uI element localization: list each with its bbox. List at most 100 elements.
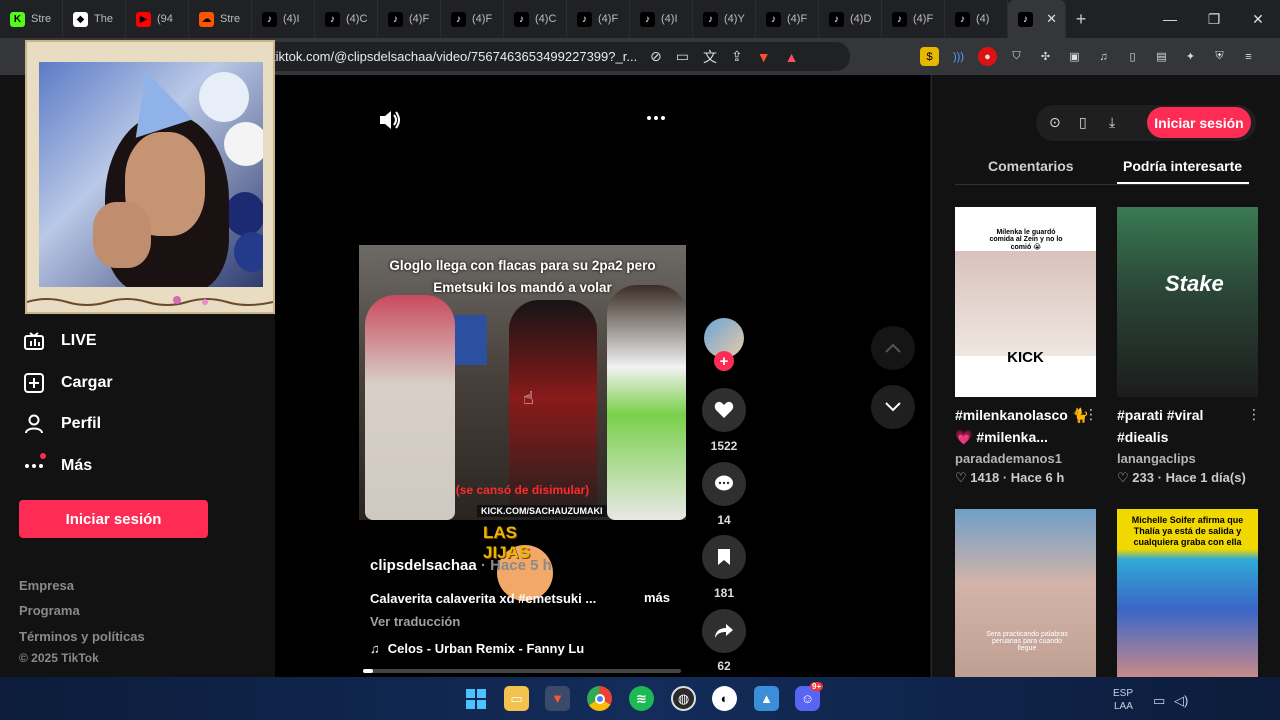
network-icon[interactable]: ▭ (1153, 693, 1165, 709)
suggested-title[interactable]: #parati #viral #diealis (1117, 404, 1257, 448)
cast-icon[interactable]: ▭ (676, 48, 689, 65)
browser-tab[interactable]: ♪ (4)F (756, 0, 819, 38)
follow-button[interactable]: + (714, 351, 734, 371)
tab-favicon-icon: ♪ (388, 11, 403, 27)
tab-suggestions[interactable]: Podría interesarte (1123, 158, 1242, 174)
browser-tab[interactable]: ▶ (94 (126, 0, 189, 38)
browser-tab[interactable]: ♪ (4)I (252, 0, 315, 38)
share-icon[interactable]: ⇪ (731, 48, 743, 65)
more-options-icon[interactable] (646, 108, 666, 134)
reader-icon[interactable]: ▣ (1065, 47, 1084, 66)
audio-icon[interactable]: ))) (949, 47, 968, 66)
suggested-user[interactable]: lanangaclips (1117, 451, 1196, 466)
login-button-top[interactable]: Iniciar sesión (1147, 107, 1251, 138)
compass-icon[interactable]: ⊙ (1049, 114, 1061, 131)
suggested-video-thumb[interactable]: Michelle Soifer afirma que Thalía ya est… (1117, 509, 1258, 677)
browser-tab[interactable]: ♪ (4)Y (693, 0, 756, 38)
footer-link-terms[interactable]: Términos y políticas (19, 629, 145, 644)
webcam-feed (39, 62, 263, 287)
video-feed: Gloglo llega con flacas para su 2pa2 per… (275, 75, 930, 677)
app-circle-icon[interactable]: ◐ (712, 686, 737, 711)
windows-start-icon[interactable] (463, 686, 488, 711)
expand-description-link[interactable]: más (644, 590, 670, 605)
nav-item-more[interactable]: Más (24, 453, 92, 476)
browser-tab[interactable]: ☁ Stre (189, 0, 252, 38)
obs-icon[interactable]: ◍ (671, 686, 696, 711)
footer-link-program[interactable]: Programa (19, 603, 80, 618)
suggested-title[interactable]: #milenkanolasco 🐈 💗 #milenka... (955, 404, 1095, 448)
tab-label: The (94, 13, 113, 25)
tab-comments[interactable]: Comentarios (988, 158, 1074, 174)
card-menu-icon[interactable]: ⋮ (1247, 406, 1261, 423)
nav-item-upload[interactable]: Cargar (24, 373, 113, 393)
tab-favicon-icon: ♪ (514, 11, 529, 27)
footer-link-company[interactable]: Empresa (19, 578, 74, 593)
mobile-icon[interactable]: ▯ (1079, 114, 1087, 131)
video-player[interactable]: Gloglo llega con flacas para su 2pa2 per… (359, 245, 686, 520)
eye-off-icon[interactable]: ⊘ (650, 48, 662, 65)
volume-icon[interactable] (378, 109, 402, 137)
comment-button[interactable] (702, 462, 746, 506)
browser-tab[interactable]: ♪ (4)D (819, 0, 882, 38)
close-window-button[interactable]: ✕ (1236, 0, 1280, 38)
chrome-icon[interactable] (587, 686, 612, 711)
suggested-video-thumb[interactable]: Stake (1117, 207, 1258, 397)
browser-tab-active[interactable]: ♪ ✕ (1008, 0, 1066, 38)
shield-icon[interactable]: ⛉ (1007, 47, 1026, 66)
login-button-sidebar[interactable]: Iniciar sesión (19, 500, 208, 538)
previous-video-button[interactable] (871, 326, 915, 370)
new-tab-button[interactable]: + (1066, 9, 1096, 30)
download-icon[interactable]: ⤓ (1109, 114, 1115, 131)
suggested-video-thumb[interactable]: Sera practicando palabras peruanas para … (955, 509, 1096, 677)
music-line[interactable]: ♫ Celos - Urban Remix - Fanny Lu (370, 641, 584, 656)
browser-tab[interactable]: ♪ (4)F (441, 0, 504, 38)
keyboard-language[interactable]: ESP (1113, 688, 1133, 699)
maximize-button[interactable]: ❐ (1192, 0, 1236, 38)
music-queue-icon[interactable]: ♫ (1094, 47, 1113, 66)
tab-favicon-icon: ♪ (1018, 11, 1033, 27)
spotify-icon[interactable]: ≋ (629, 686, 654, 711)
vpn-icon[interactable]: ⛨ (1210, 47, 1229, 66)
photos-icon[interactable]: ▲ (754, 686, 779, 711)
extension-yellow-icon[interactable]: $ (920, 47, 939, 66)
browser-tab[interactable]: ◆ The (63, 0, 126, 38)
puzzle-icon[interactable]: ✣ (1036, 47, 1055, 66)
minimize-button[interactable]: — (1148, 0, 1192, 38)
author-name[interactable]: clipsdelsachaa (370, 557, 477, 574)
screen: K Stre ◆ The ▶ (94 ☁ Stre ♪ (4)I ♪ (4)C ♪ (4)F ♪ (4)F ♪ (… (0, 0, 1280, 720)
like-button[interactable] (702, 388, 746, 432)
next-video-button[interactable] (871, 385, 915, 429)
save-button[interactable] (702, 535, 746, 579)
translate-link[interactable]: Ver traducción (370, 614, 460, 629)
share-button[interactable] (702, 609, 746, 653)
nav-item-live[interactable]: LIVE (24, 331, 97, 351)
suggested-video-thumb[interactable]: Milenka le guardó comida al Zein y no lo… (955, 207, 1096, 397)
browser-tab[interactable]: ♪ (4)C (315, 0, 378, 38)
browser-tab[interactable]: ♪ (4)F (882, 0, 945, 38)
nav-item-profile[interactable]: Perfil (24, 414, 101, 434)
tab-favicon-icon: K (10, 11, 25, 27)
leo-ai-icon[interactable]: ✦ (1181, 47, 1200, 66)
browser-tab[interactable]: ♪ (4)C (504, 0, 567, 38)
card-menu-icon[interactable]: ⋮ (1084, 406, 1098, 423)
browser-tab[interactable]: ♪ (4)F (378, 0, 441, 38)
suggested-user[interactable]: paradademanos1 (955, 451, 1062, 466)
sidebar-icon[interactable]: ▯ (1123, 47, 1142, 66)
browser-tab[interactable]: K Stre (0, 0, 63, 38)
browser-tab[interactable]: ♪ (4) (945, 0, 1008, 38)
menu-icon[interactable]: ≡ (1239, 47, 1258, 66)
volume-tray-icon[interactable]: ◁) (1174, 693, 1188, 709)
keyboard-layout[interactable]: LAA (1114, 701, 1133, 712)
wallet-icon[interactable]: ▤ (1152, 47, 1171, 66)
close-tab-icon[interactable]: ✕ (1046, 11, 1057, 27)
video-progress-bar[interactable] (363, 669, 681, 673)
browser-tab[interactable]: ♪ (4)F (567, 0, 630, 38)
translate-icon[interactable]: 文 (703, 47, 717, 67)
comment-count: 14 (717, 513, 731, 527)
browser-tab[interactable]: ♪ (4)I (630, 0, 693, 38)
extension-red-icon[interactable]: ● (978, 47, 997, 66)
brave-rewards-icon[interactable]: ▲ (785, 49, 799, 65)
file-explorer-icon[interactable]: ▭ (504, 686, 529, 711)
brave-shield-icon[interactable]: ▼ (757, 49, 771, 65)
brave-browser-icon[interactable]: ▼ (545, 686, 570, 711)
